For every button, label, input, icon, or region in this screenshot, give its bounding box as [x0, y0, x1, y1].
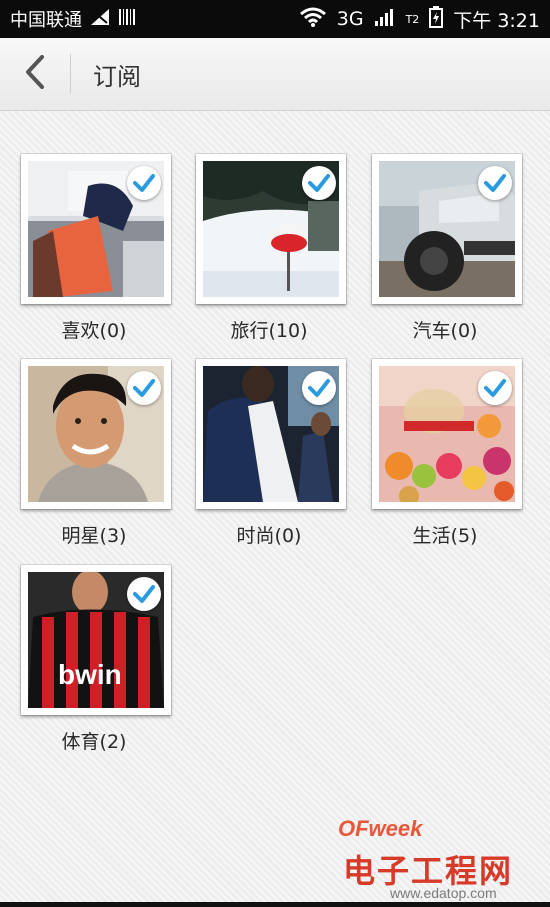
- category-label: 汽车(0): [412, 320, 478, 342]
- category-tile-fashion[interactable]: 时尚(0): [196, 359, 346, 548]
- category-tile-life[interactable]: 生活(5): [372, 359, 522, 548]
- signal-off-icon: [90, 8, 110, 31]
- category-tile-travel[interactable]: 旅行(10): [196, 154, 346, 343]
- carrier-label: 中国联通: [10, 10, 82, 31]
- category-label: 明星(3): [61, 525, 127, 547]
- watermark-brand: OFweek: [338, 816, 423, 841]
- subscription-grid: 喜欢(0) 旅行(10) 汽车(0) 明星(3) 时尚(0) 生活(5) bwi…: [0, 111, 550, 907]
- page-title: 订阅: [93, 62, 141, 91]
- chevron-left-icon: [24, 55, 46, 93]
- selected-check-icon: [478, 166, 512, 200]
- header-divider: [70, 54, 71, 94]
- category-thumbnail[interactable]: [21, 154, 171, 304]
- category-tile-like[interactable]: 喜欢(0): [21, 154, 171, 343]
- selected-check-icon: [127, 166, 161, 200]
- category-thumbnail[interactable]: [196, 154, 346, 304]
- signal-bars-icon: [374, 7, 396, 32]
- sim2-label: T2: [405, 12, 420, 26]
- app-header: 订阅: [0, 38, 550, 111]
- clock: 下午 3:21: [453, 9, 540, 32]
- status-bar: 中国联通 3G T2 下午 3:21: [0, 0, 550, 38]
- barcode-icon: [118, 8, 136, 31]
- selected-check-icon: [302, 371, 336, 405]
- selected-check-icon: [302, 166, 336, 200]
- svg-text:bwin: bwin: [58, 659, 122, 690]
- category-thumbnail[interactable]: [372, 359, 522, 509]
- category-label: 体育(2): [61, 731, 127, 753]
- category-thumbnail[interactable]: [196, 359, 346, 509]
- category-thumbnail[interactable]: [372, 154, 522, 304]
- category-label: 生活(5): [412, 525, 478, 547]
- category-thumbnail[interactable]: bwin: [21, 565, 171, 715]
- category-tile-car[interactable]: 汽车(0): [372, 154, 522, 343]
- bottom-edge: [0, 902, 550, 907]
- wifi-icon: [299, 7, 327, 32]
- selected-check-icon: [478, 371, 512, 405]
- category-label: 喜欢(0): [61, 320, 127, 342]
- category-tile-sports[interactable]: bwin 体育(2): [21, 565, 171, 754]
- selected-check-icon: [127, 371, 161, 405]
- category-tile-stars[interactable]: 明星(3): [21, 359, 171, 548]
- battery-icon: [429, 5, 444, 33]
- watermark-url: www.edatop.com: [390, 885, 497, 901]
- category-thumbnail[interactable]: [21, 359, 171, 509]
- back-button[interactable]: [0, 38, 70, 110]
- category-label: 时尚(0): [236, 525, 302, 547]
- category-label: 旅行(10): [230, 320, 308, 342]
- network-type-label: 3G: [336, 8, 364, 30]
- selected-check-icon: [127, 577, 161, 611]
